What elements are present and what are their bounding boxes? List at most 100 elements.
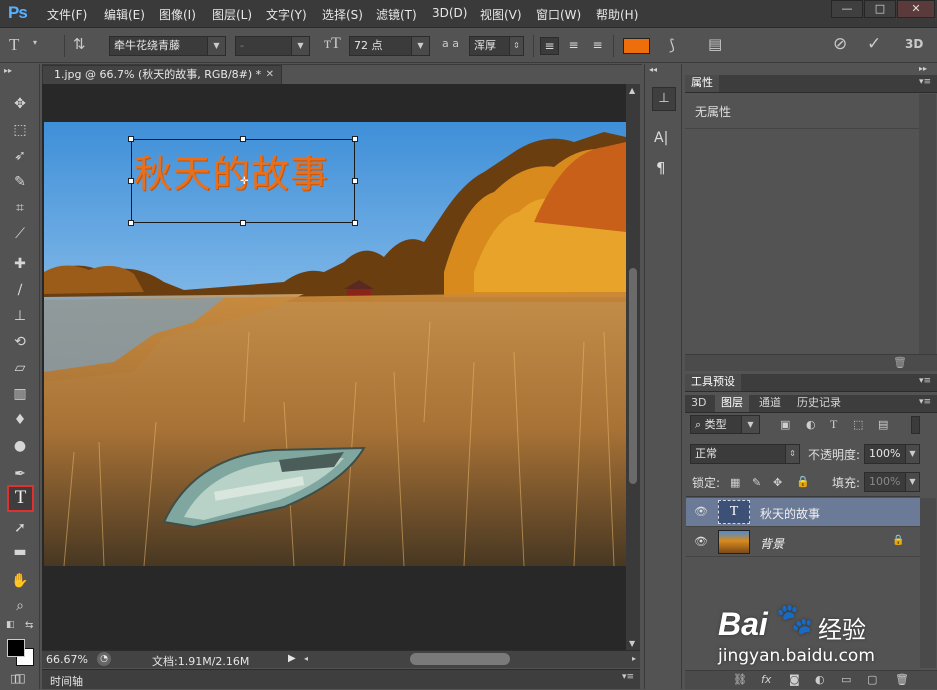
dodge-tool-icon[interactable]: ● bbox=[8, 434, 32, 458]
layer-style-icon[interactable]: fx bbox=[761, 673, 771, 686]
lasso-tool-icon[interactable]: ➶ bbox=[8, 144, 32, 168]
marquee-tool-icon[interactable]: ⬚ bbox=[8, 118, 32, 142]
tool-presets-icon[interactable]: ⊥ bbox=[652, 87, 676, 111]
zoom-level[interactable]: 66.67% bbox=[46, 653, 88, 666]
visibility-eye-icon[interactable]: 👁 bbox=[694, 505, 708, 518]
move-tool-icon[interactable]: ✥ bbox=[8, 92, 32, 116]
scroll-up-icon[interactable]: ▲ bbox=[629, 86, 635, 95]
align-left-button[interactable]: ≡ bbox=[540, 37, 559, 55]
hand-tool-icon[interactable]: ✋ bbox=[8, 569, 32, 593]
transform-handle[interactable] bbox=[128, 220, 134, 226]
quick-selection-tool-icon[interactable]: ✎ bbox=[8, 170, 32, 194]
pen-tool-icon[interactable]: ✒ bbox=[8, 462, 32, 486]
menu-layer[interactable]: 图层(L) bbox=[212, 6, 252, 23]
menu-select[interactable]: 选择(S) bbox=[322, 6, 363, 23]
filter-shape-icon[interactable]: ⬚ bbox=[853, 418, 863, 431]
close-tab-icon[interactable]: ✕ bbox=[266, 66, 274, 84]
default-colors-icon[interactable]: ◧ bbox=[6, 620, 15, 630]
filter-smart-object-icon[interactable]: ▤ bbox=[878, 418, 888, 431]
gradient-tool-icon[interactable]: ▥ bbox=[8, 382, 32, 406]
panel-menu-icon[interactable]: ▾≡ bbox=[919, 397, 931, 407]
warp-text-icon[interactable]: ⟆ bbox=[669, 36, 675, 54]
blend-mode-select[interactable]: 正常 ⇕ bbox=[690, 444, 800, 464]
text-layer-content[interactable]: 秋天的故事 bbox=[134, 143, 329, 198]
swap-colors-icon[interactable]: ⇆ bbox=[25, 620, 33, 631]
lock-all-icon[interactable]: 🔒 bbox=[796, 475, 810, 488]
transform-handle[interactable] bbox=[352, 220, 358, 226]
layer-row-text[interactable]: 👁 T 秋天的故事 bbox=[686, 498, 920, 527]
lock-position-icon[interactable]: ✥ bbox=[773, 476, 782, 489]
crop-tool-icon[interactable]: ⌗ bbox=[8, 196, 32, 220]
eyedropper-tool-icon[interactable]: ⟋ bbox=[8, 222, 32, 246]
transform-handle[interactable] bbox=[128, 136, 134, 142]
rectangle-tool-icon[interactable]: ▬ bbox=[8, 540, 32, 564]
trash-icon[interactable]: 🗑 bbox=[895, 673, 909, 686]
layer-name[interactable]: 背景 bbox=[760, 535, 784, 552]
history-brush-tool-icon[interactable]: ⟲ bbox=[8, 330, 32, 354]
text-color-swatch[interactable] bbox=[623, 38, 650, 54]
transform-handle[interactable] bbox=[352, 178, 358, 184]
menu-type[interactable]: 文字(Y) bbox=[266, 6, 307, 23]
transform-handle[interactable] bbox=[352, 136, 358, 142]
align-center-button[interactable]: ≡ bbox=[564, 37, 583, 55]
adjustment-layer-icon[interactable]: ◐ bbox=[815, 673, 825, 686]
character-panel-icon[interactable]: ▤ bbox=[708, 35, 722, 53]
type-tool-icon[interactable]: T bbox=[7, 485, 34, 512]
clone-stamp-tool-icon[interactable]: ⊥ bbox=[8, 304, 32, 328]
tab-history[interactable]: 历史记录 bbox=[791, 395, 847, 412]
add-mask-icon[interactable]: ◙ bbox=[789, 673, 800, 686]
transform-handle[interactable] bbox=[240, 136, 246, 142]
cancel-edit-icon[interactable]: ⊘ bbox=[833, 34, 847, 54]
text-orientation-icon[interactable]: ⇅ bbox=[73, 35, 86, 53]
brush-tool-icon[interactable]: ∕ bbox=[8, 278, 32, 302]
lock-transparent-icon[interactable]: ▦ bbox=[730, 476, 740, 489]
status-menu-arrow-icon[interactable]: ▶ bbox=[288, 653, 296, 664]
menu-edit[interactable]: 编辑(E) bbox=[104, 6, 145, 23]
new-layer-icon[interactable]: ▢ bbox=[867, 673, 877, 686]
scroll-left-icon[interactable]: ◂ bbox=[304, 654, 308, 663]
tab-layers[interactable]: 图层 bbox=[715, 395, 749, 412]
layer-filter-select[interactable]: ⌕ 类型 ▼ bbox=[690, 415, 760, 434]
transform-center-icon[interactable]: ✛ bbox=[240, 176, 248, 187]
menu-help[interactable]: 帮助(H) bbox=[596, 6, 638, 23]
menu-3d[interactable]: 3D(D) bbox=[432, 6, 467, 20]
path-selection-tool-icon[interactable]: ➚ bbox=[8, 516, 32, 540]
foreground-color-swatch[interactable] bbox=[7, 639, 25, 657]
fill-input[interactable]: 100% ▼ bbox=[864, 472, 920, 492]
align-right-button[interactable]: ≡ bbox=[588, 37, 607, 55]
font-style-select[interactable]: - ▼ bbox=[235, 36, 310, 56]
opacity-input[interactable]: 100% ▼ bbox=[864, 444, 920, 464]
zoom-tool-icon[interactable]: ⌕ bbox=[8, 594, 32, 618]
trash-icon[interactable]: 🗑 bbox=[893, 356, 907, 369]
3d-mode-icon[interactable]: 3D bbox=[905, 37, 923, 51]
menu-view[interactable]: 视图(V) bbox=[480, 6, 522, 23]
horizontal-scroll-thumb[interactable] bbox=[410, 653, 510, 665]
filter-pixel-icon[interactable]: ▣ bbox=[780, 418, 790, 431]
healing-brush-tool-icon[interactable]: ✚ bbox=[8, 252, 32, 276]
timeline-tab[interactable]: 时间轴 bbox=[50, 673, 83, 689]
menu-file[interactable]: 文件(F) bbox=[47, 6, 87, 23]
timeline-panel-bar[interactable]: 时间轴 ▾≡ bbox=[42, 669, 640, 689]
new-group-icon[interactable]: ▭ bbox=[841, 673, 851, 686]
tab-3d[interactable]: 3D bbox=[685, 395, 712, 412]
font-family-select[interactable]: 牵牛花绕青藤 ▼ bbox=[109, 36, 226, 56]
visibility-eye-icon[interactable]: 👁 bbox=[694, 535, 708, 548]
chevron-down-icon[interactable]: ▾ bbox=[33, 38, 37, 47]
menu-window[interactable]: 窗口(W) bbox=[536, 6, 581, 23]
layer-name[interactable]: 秋天的故事 bbox=[760, 505, 820, 522]
link-layers-icon[interactable]: ⛓ bbox=[733, 673, 747, 686]
font-size-select[interactable]: 72 点 ▼ bbox=[349, 36, 430, 56]
filter-type-icon[interactable]: T bbox=[830, 417, 837, 432]
status-info-icon[interactable]: ◔ bbox=[97, 652, 111, 666]
blur-tool-icon[interactable]: ♦ bbox=[8, 408, 32, 432]
antialias-select[interactable]: 浑厚 ⇕ bbox=[469, 36, 524, 56]
type-tool-preset-icon[interactable]: T bbox=[9, 35, 19, 55]
vertical-scroll-thumb[interactable] bbox=[629, 268, 637, 484]
minimize-button[interactable]: — bbox=[831, 0, 863, 18]
commit-edit-icon[interactable]: ✓ bbox=[867, 34, 881, 54]
scroll-right-icon[interactable]: ▸ bbox=[632, 654, 636, 663]
transform-handle[interactable] bbox=[128, 178, 134, 184]
tool-presets-tab[interactable]: 工具预设 bbox=[685, 374, 741, 391]
filter-adjustment-icon[interactable]: ◐ bbox=[806, 418, 816, 431]
panel-collapse-icon[interactable]: ▸▸ bbox=[919, 64, 927, 73]
